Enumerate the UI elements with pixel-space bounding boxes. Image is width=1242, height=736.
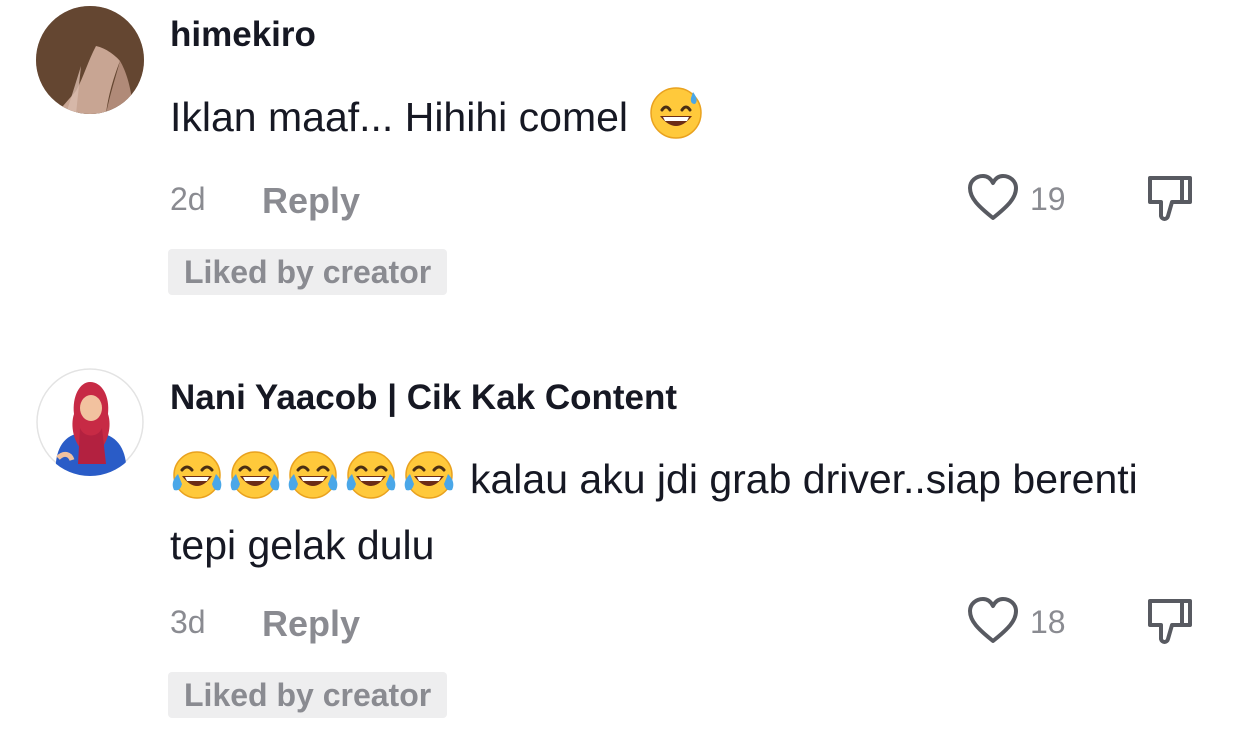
- like-count: 19: [1030, 181, 1066, 217]
- avatar[interactable]: [36, 6, 144, 114]
- heart-icon[interactable]: [966, 595, 1020, 647]
- liked-by-creator-badge: Liked by creator: [168, 249, 448, 295]
- tears-of-joy-emoji: [344, 448, 398, 502]
- comment-time: 3d: [170, 604, 206, 640]
- grinning-sweat-emoji: [649, 86, 703, 140]
- tears-of-joy-emoji: [402, 448, 456, 502]
- comment-item: Nani Yaacob | Cik Kak Content kalau aku …: [0, 360, 1242, 736]
- comment-time: 2d: [170, 181, 206, 217]
- comment-text: kalau aku jdi grab driver..siap berenti …: [170, 446, 1150, 578]
- reply-button[interactable]: Reply: [262, 180, 360, 222]
- liked-by-creator-badge: Liked by creator: [168, 672, 448, 718]
- avatar[interactable]: [36, 368, 144, 476]
- like-count: 18: [1030, 604, 1066, 640]
- thumbs-down-icon[interactable]: [1142, 593, 1198, 649]
- tears-of-joy-emoji: [286, 448, 340, 502]
- reply-button[interactable]: Reply: [262, 603, 360, 645]
- heart-icon[interactable]: [966, 172, 1020, 224]
- comment-item: himekiro Iklan maaf... Hihihi comel 2d R…: [0, 0, 1242, 320]
- comment-username[interactable]: Nani Yaacob | Cik Kak Content: [170, 378, 677, 418]
- comment-username[interactable]: himekiro: [170, 15, 316, 55]
- comment-text: Iklan maaf... Hihihi comel: [170, 84, 1150, 150]
- tears-of-joy-emoji: [170, 448, 224, 502]
- thumbs-down-icon[interactable]: [1142, 170, 1198, 226]
- tears-of-joy-emoji: [228, 448, 282, 502]
- comment-text-body: Iklan maaf... Hihihi comel: [170, 94, 629, 140]
